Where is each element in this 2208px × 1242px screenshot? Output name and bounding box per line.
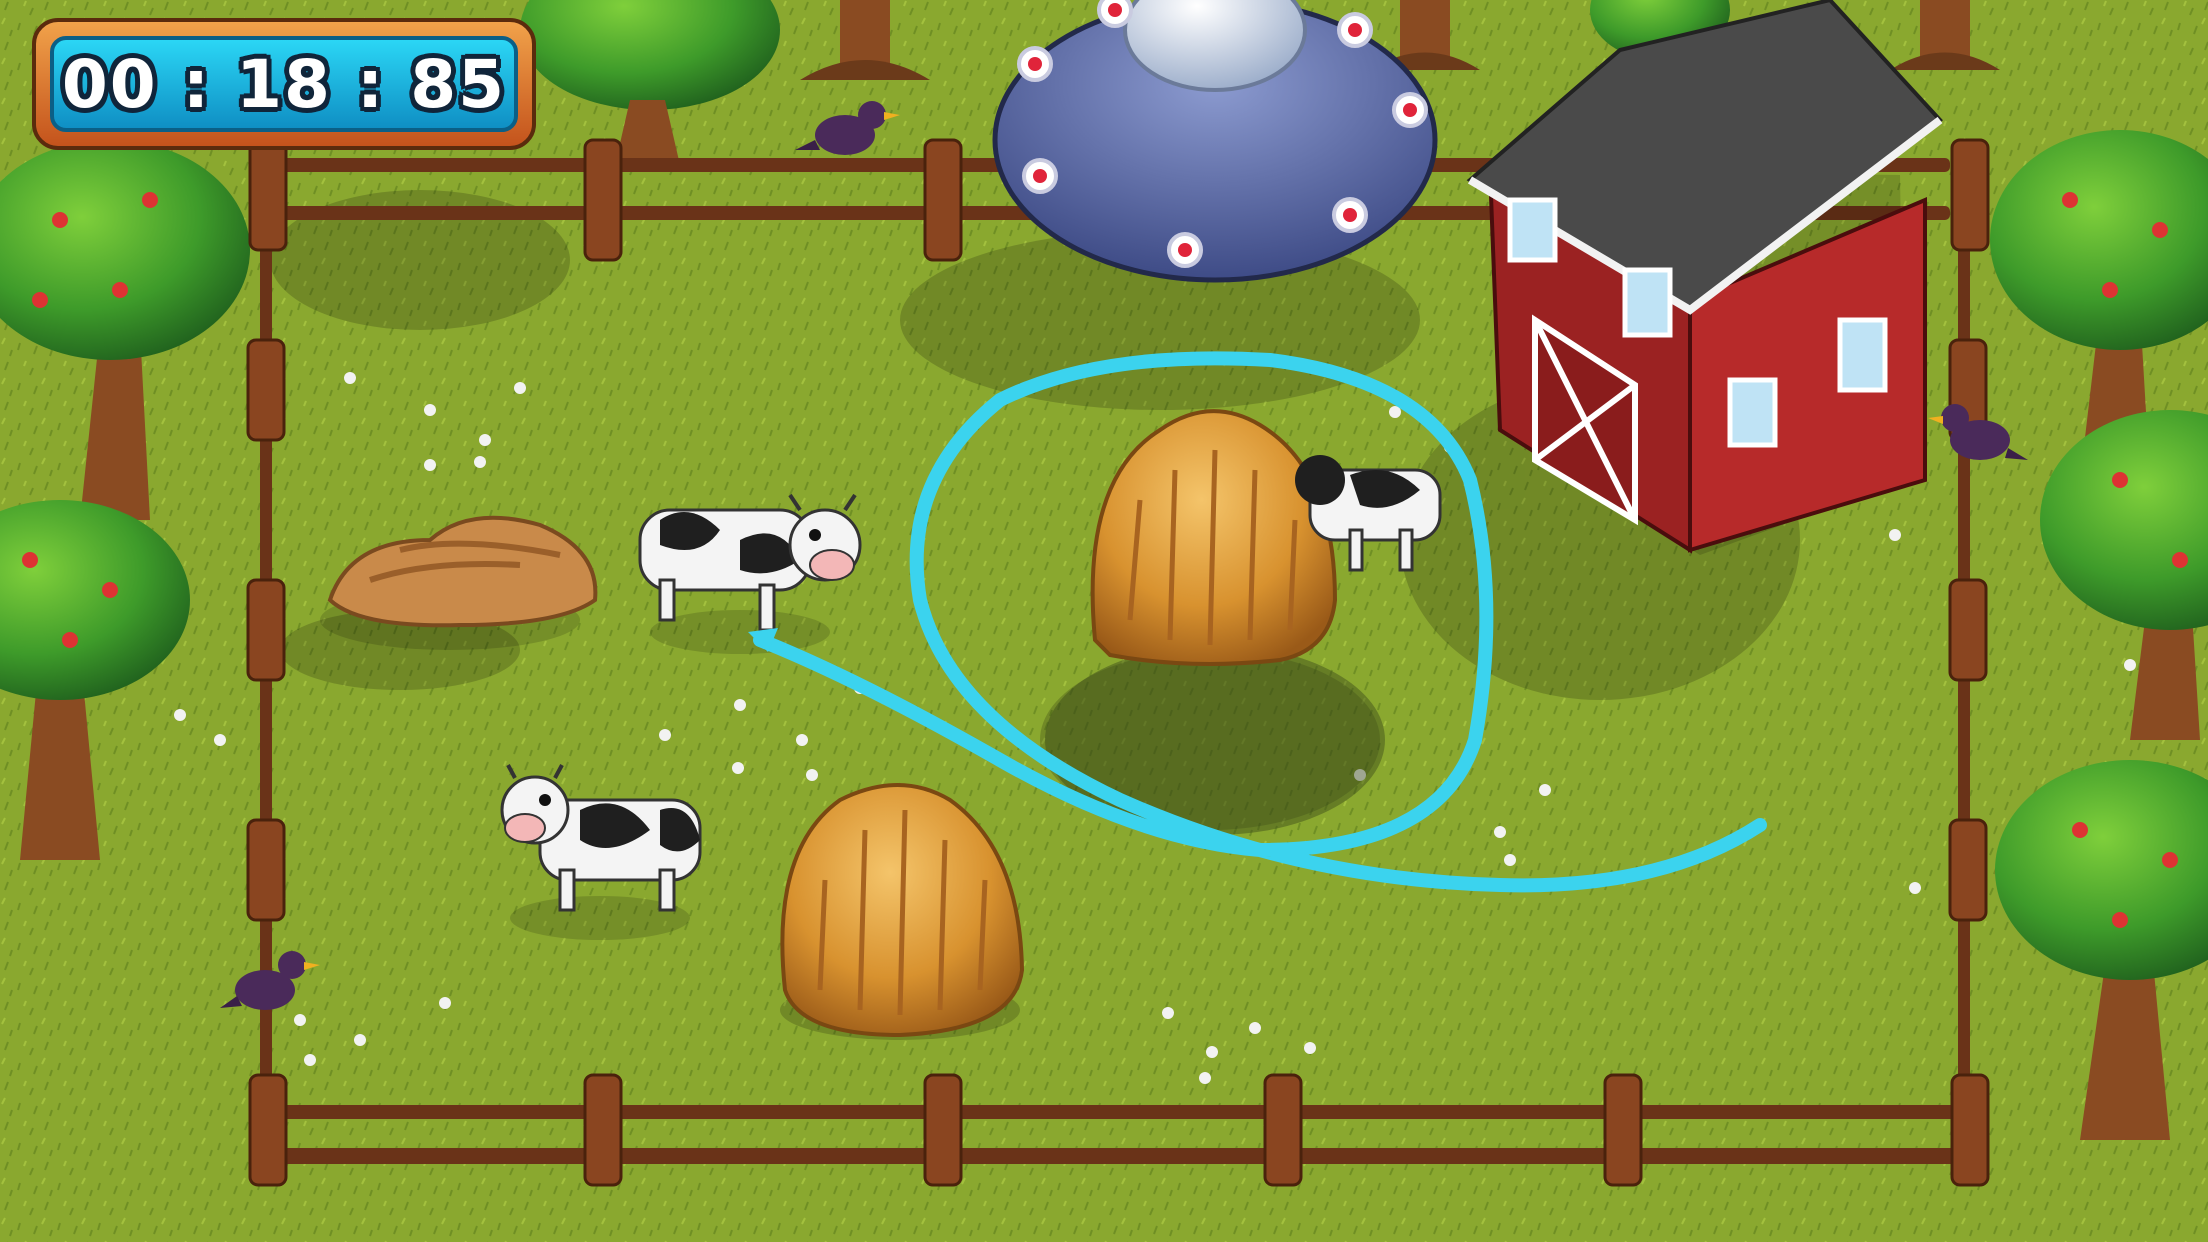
timer-text: 00 : 18 : 85 bbox=[61, 45, 507, 123]
game-scene[interactable] bbox=[0, 0, 2208, 1242]
timer-display: 00 : 18 : 85 bbox=[50, 36, 518, 132]
timer-panel: 00 : 18 : 85 bbox=[32, 18, 536, 150]
cow-icon[interactable] bbox=[638, 493, 862, 654]
ufo-icon[interactable] bbox=[992, 0, 1438, 283]
